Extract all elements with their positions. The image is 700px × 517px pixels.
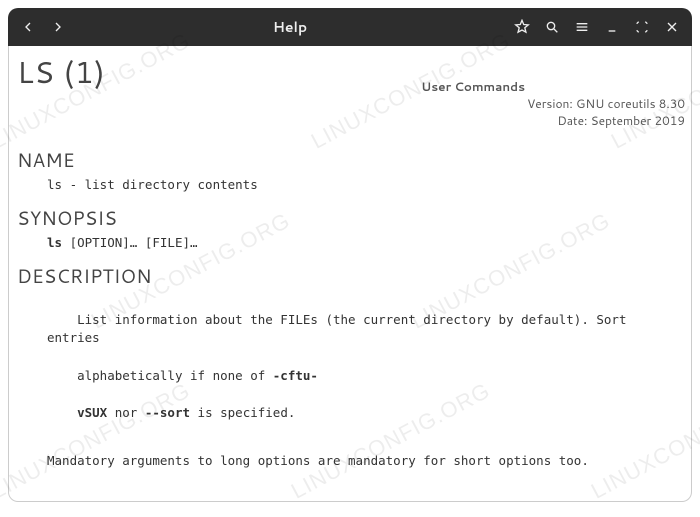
meta-block: User Commands Version: GNU coreutils 8.3… xyxy=(17,79,685,129)
section-description-heading: DESCRIPTION xyxy=(17,263,685,290)
bookmark-button[interactable] xyxy=(508,13,536,41)
toolbar-right xyxy=(508,13,686,41)
name-text: ls - list directory contents xyxy=(17,176,685,195)
synopsis-line: ls [OPTION]… [FILE]… xyxy=(17,234,685,253)
maximize-button[interactable] xyxy=(628,13,656,41)
category: User Commands xyxy=(421,78,685,95)
section-synopsis-heading: SYNOPSIS xyxy=(17,205,685,232)
description-mandatory: Mandatory arguments to long options are … xyxy=(17,452,685,471)
forward-button[interactable] xyxy=(44,13,72,41)
description-intro: List information about the FILEs (the cu… xyxy=(17,292,685,442)
option-all: -a, --all do not ignore entries starting… xyxy=(17,481,685,502)
menu-button[interactable] xyxy=(568,13,596,41)
synopsis-args: [OPTION]… [FILE]… xyxy=(62,235,197,250)
synopsis-cmd: ls xyxy=(47,235,62,250)
nav-group xyxy=(14,13,72,41)
window-title: Help xyxy=(72,17,508,37)
help-content: LS (1) User Commands Version: GNU coreut… xyxy=(8,46,692,502)
date: Date: September 2019 xyxy=(557,112,685,129)
option-flag: -a, --all xyxy=(77,500,145,502)
close-button[interactable] xyxy=(658,13,686,41)
titlebar: Help xyxy=(8,8,692,46)
section-name-heading: NAME xyxy=(17,147,685,174)
search-button[interactable] xyxy=(538,13,566,41)
back-button[interactable] xyxy=(14,13,42,41)
version: Version: GNU coreutils 8.30 xyxy=(527,95,685,112)
minimize-button[interactable] xyxy=(598,13,626,41)
